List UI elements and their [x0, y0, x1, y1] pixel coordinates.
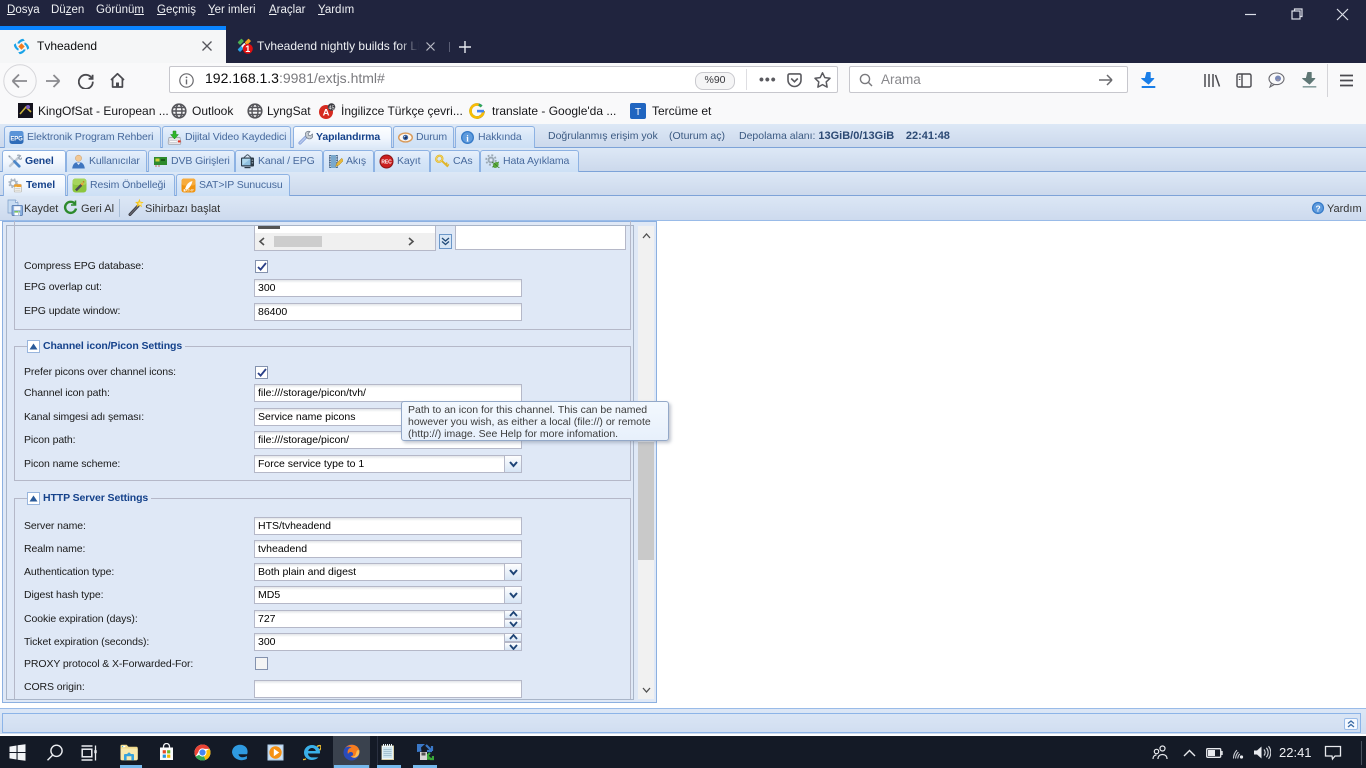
svg-text:?: ? — [1315, 203, 1320, 213]
svg-text:REC: REC — [381, 160, 392, 166]
svg-text:T: T — [635, 107, 641, 118]
svg-text:EPG: EPG — [10, 137, 23, 143]
svg-text:45: 45 — [328, 105, 334, 111]
svg-text:SAT>IP: SAT>IP — [183, 188, 193, 192]
svg-text:1: 1 — [245, 44, 250, 54]
